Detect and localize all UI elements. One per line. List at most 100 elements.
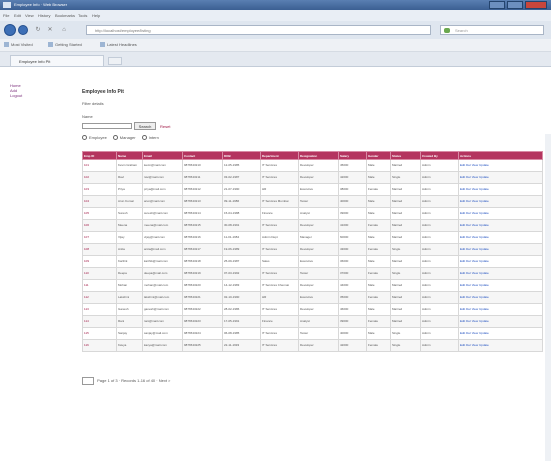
menu-tools[interactable]: Tools [78, 13, 87, 18]
table-cell[interactable]: 109 [82, 255, 117, 268]
action-link[interactable]: Del [466, 175, 471, 179]
action-link[interactable]: Update [479, 307, 489, 311]
table-cell[interactable]: 103 [82, 183, 117, 196]
radio-employee[interactable]: Employee [82, 135, 107, 141]
action-link[interactable]: Del [466, 343, 471, 347]
row-actions[interactable]: EditDelViewUpdate [458, 255, 543, 268]
row-actions[interactable]: EditDelViewUpdate [458, 219, 543, 232]
column-header[interactable]: Status [390, 151, 421, 160]
stop-icon[interactable]: ✕ [46, 26, 54, 34]
row-actions[interactable]: EditDelViewUpdate [458, 171, 543, 184]
column-header[interactable]: Department [260, 151, 299, 160]
action-link[interactable]: Update [479, 331, 489, 335]
row-actions[interactable]: EditDelViewUpdate [458, 315, 543, 328]
action-link[interactable]: Edit [460, 331, 465, 335]
action-link[interactable]: View [472, 331, 478, 335]
action-link[interactable]: Del [466, 331, 471, 335]
action-link[interactable]: Edit [460, 295, 465, 299]
action-link[interactable]: Del [466, 235, 471, 239]
row-actions[interactable]: EditDelViewUpdate [458, 291, 543, 304]
row-actions[interactable]: EditDelViewUpdate [458, 267, 543, 280]
action-link[interactable]: Update [479, 163, 489, 167]
row-actions[interactable]: EditDelViewUpdate [458, 327, 543, 340]
action-link[interactable]: View [472, 283, 478, 287]
table-cell[interactable]: 111 [82, 279, 117, 292]
action-link[interactable]: Del [466, 319, 471, 323]
action-link[interactable]: Edit [460, 235, 465, 239]
table-cell[interactable]: 115 [82, 327, 117, 340]
action-link[interactable]: View [472, 343, 478, 347]
table-cell[interactable]: 106 [82, 219, 117, 232]
action-link[interactable]: View [472, 295, 478, 299]
search-button[interactable]: Search [134, 122, 156, 130]
action-link[interactable]: Del [466, 223, 471, 227]
action-link[interactable]: Del [466, 247, 471, 251]
row-actions[interactable]: EditDelViewUpdate [458, 279, 543, 292]
back-icon[interactable] [4, 24, 16, 36]
action-link[interactable]: Edit [460, 211, 465, 215]
bookmark-latest-headlines[interactable]: Latest Headlines [100, 42, 137, 49]
table-cell[interactable]: 105 [82, 207, 117, 220]
name-search-input[interactable] [82, 123, 132, 129]
action-link[interactable]: Update [479, 235, 489, 239]
action-link[interactable]: Edit [460, 199, 465, 203]
action-link[interactable]: View [472, 235, 478, 239]
table-cell[interactable]: 107 [82, 231, 117, 244]
action-link[interactable]: Edit [460, 271, 465, 275]
column-header[interactable]: Email [142, 151, 183, 160]
action-link[interactable]: View [472, 319, 478, 323]
column-header[interactable]: Gender [366, 151, 391, 160]
tab-employee-info[interactable]: Employee Info Pit [10, 55, 104, 66]
reload-icon[interactable]: ↻ [34, 26, 42, 34]
table-cell[interactable]: 108 [82, 243, 117, 256]
action-link[interactable]: Edit [460, 259, 465, 263]
address-bar[interactable]: http://localhost/employee/listing [86, 25, 431, 35]
action-link[interactable]: View [472, 199, 478, 203]
column-header[interactable]: Actions [458, 151, 543, 160]
table-cell[interactable]: 110 [82, 267, 117, 280]
action-link[interactable]: Edit [460, 283, 465, 287]
reset-link[interactable]: Reset [160, 124, 170, 129]
nav-link-logout[interactable]: Logout [10, 93, 22, 98]
menu-bookmarks[interactable]: Bookmarks [55, 13, 75, 18]
column-header[interactable]: Created By [420, 151, 459, 160]
bookmark-most-visited[interactable]: Most Visited [4, 42, 33, 49]
menu-file[interactable]: File [3, 13, 9, 18]
column-header[interactable]: Salary [338, 151, 367, 160]
action-link[interactable]: Del [466, 271, 471, 275]
column-header[interactable]: Contact [182, 151, 223, 160]
action-link[interactable]: Del [466, 307, 471, 311]
bookmark-getting-started[interactable]: Getting Started [48, 42, 82, 49]
action-link[interactable]: Update [479, 187, 489, 191]
action-link[interactable]: Update [479, 211, 489, 215]
radio-manager[interactable]: Manager [112, 135, 136, 141]
action-link[interactable]: View [472, 307, 478, 311]
menu-edit[interactable]: Edit [14, 13, 21, 18]
action-link[interactable]: View [472, 223, 478, 227]
vertical-scrollbar[interactable] [545, 134, 551, 461]
forward-icon[interactable] [18, 25, 28, 35]
row-actions[interactable]: EditDelViewUpdate [458, 243, 543, 256]
action-link[interactable]: Update [479, 343, 489, 347]
home-icon[interactable]: ⌂ [60, 26, 68, 34]
column-header[interactable]: DOB [222, 151, 261, 160]
row-actions[interactable]: EditDelViewUpdate [458, 207, 543, 220]
action-link[interactable]: Edit [460, 307, 465, 311]
row-actions[interactable]: EditDelViewUpdate [458, 159, 543, 172]
action-link[interactable]: Update [479, 199, 489, 203]
radio-intern[interactable]: Intern [141, 135, 159, 141]
action-link[interactable]: View [472, 175, 478, 179]
table-cell[interactable]: 101 [82, 159, 117, 172]
action-link[interactable]: Edit [460, 343, 465, 347]
table-cell[interactable]: 102 [82, 171, 117, 184]
column-header[interactable]: Name [116, 151, 143, 160]
action-link[interactable]: Edit [460, 319, 465, 323]
action-link[interactable]: Del [466, 187, 471, 191]
row-actions[interactable]: EditDelViewUpdate [458, 231, 543, 244]
column-header[interactable]: Designation [298, 151, 339, 160]
action-link[interactable]: Del [466, 199, 471, 203]
menu-history[interactable]: History [38, 13, 50, 18]
action-link[interactable]: Update [479, 271, 489, 275]
action-link[interactable]: Update [479, 223, 489, 227]
action-link[interactable]: Del [466, 295, 471, 299]
